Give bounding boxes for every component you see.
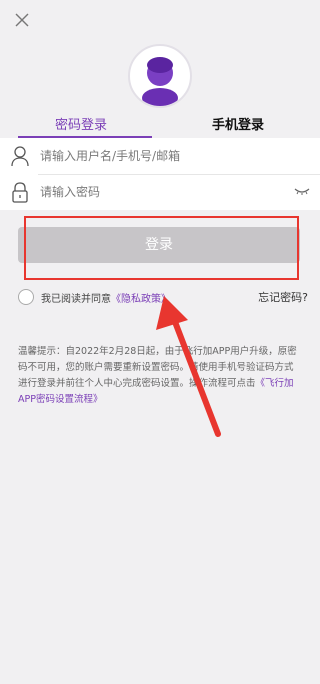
- password-row: [0, 174, 320, 210]
- login-form: [0, 138, 320, 210]
- highlight-annotation-box: [24, 216, 299, 280]
- agree-checkbox[interactable]: [18, 289, 34, 305]
- agreement-text: 我已阅读并同意《隐私政策》: [41, 290, 171, 305]
- close-button[interactable]: [10, 8, 34, 32]
- forgot-password-link[interactable]: 忘记密码?: [258, 289, 308, 305]
- agreement-prefix: 我已阅读并同意: [41, 294, 111, 305]
- tab-password-login[interactable]: 密码登录: [55, 118, 107, 134]
- privacy-policy-link[interactable]: 《隐私政策》: [111, 294, 171, 305]
- user-icon: [11, 146, 29, 167]
- notice-text: 温馨提示：自2022年2月28日起，由于飞行加APP用户升级，原密码不可用，您的…: [18, 344, 302, 408]
- lock-icon: [12, 182, 28, 203]
- avatar-icon: [142, 57, 178, 106]
- avatar: [128, 44, 192, 108]
- close-icon: [15, 13, 29, 27]
- login-tabs: 密码登录 手机登录: [18, 112, 302, 138]
- username-row: [0, 138, 320, 174]
- eye-closed-icon[interactable]: [294, 184, 310, 198]
- password-input[interactable]: [40, 182, 270, 202]
- username-input[interactable]: [40, 146, 270, 166]
- agreement-row: 我已阅读并同意《隐私政策》 忘记密码?: [18, 286, 308, 308]
- tab-phone-login[interactable]: 手机登录: [212, 118, 264, 134]
